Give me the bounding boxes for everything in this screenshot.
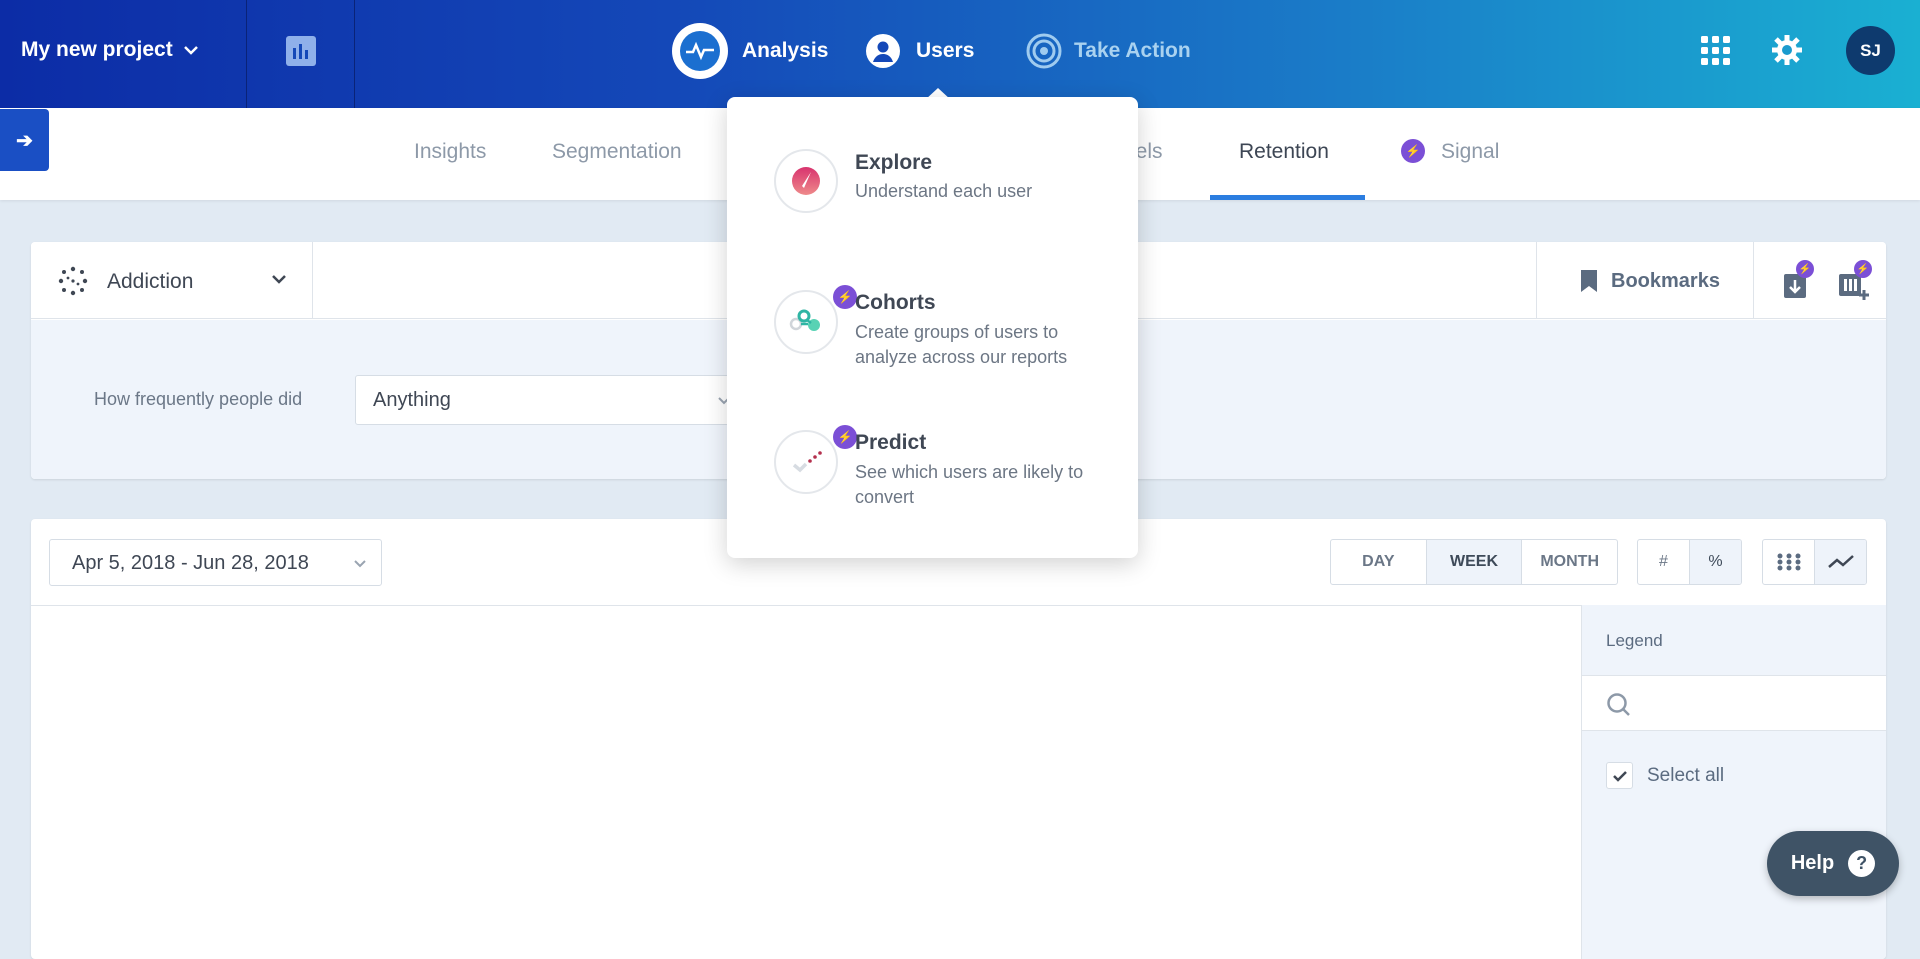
analysis-pulse-icon bbox=[672, 23, 728, 79]
date-range-picker[interactable]: Apr 5, 2018 - Jun 28, 2018 bbox=[49, 539, 382, 586]
nav-users[interactable]: Users bbox=[866, 34, 974, 68]
grid-dots-icon bbox=[1777, 553, 1800, 571]
frequency-label: How frequently people did bbox=[94, 389, 303, 409]
active-tab-indicator bbox=[1210, 195, 1365, 200]
divider bbox=[354, 0, 355, 108]
legend-title: Legend bbox=[1606, 631, 1663, 650]
bookmarks-button[interactable]: Bookmarks bbox=[1536, 242, 1754, 319]
chevron-down-icon bbox=[272, 275, 286, 284]
legend-panel: Legend Select all bbox=[1581, 605, 1886, 959]
question-icon: ? bbox=[1848, 850, 1876, 877]
apps-grid-icon[interactable] bbox=[1700, 35, 1732, 67]
signal-bolt-icon: ⚡ bbox=[1854, 260, 1872, 278]
unit-toggle: # % bbox=[1637, 539, 1742, 585]
interval-day-button[interactable]: DAY bbox=[1331, 540, 1427, 584]
menu-item-cohorts[interactable]: ⚡ Cohorts Create groups of users to anal… bbox=[727, 277, 1138, 387]
gear-icon[interactable] bbox=[1771, 34, 1803, 66]
view-toggle bbox=[1762, 539, 1867, 585]
chevron-down-icon bbox=[354, 560, 366, 568]
interval-week-button[interactable]: WEEK bbox=[1426, 540, 1523, 584]
date-range-value: Apr 5, 2018 - Jun 28, 2018 bbox=[72, 552, 309, 574]
project-name: My new project bbox=[21, 38, 173, 61]
dashboard-icon[interactable] bbox=[286, 36, 316, 66]
menu-item-explore[interactable]: Explore Understand each user bbox=[727, 137, 1138, 237]
legend-search[interactable] bbox=[1582, 675, 1886, 731]
menu-item-predict[interactable]: ⚡ Predict See which users are likely to … bbox=[727, 417, 1138, 527]
select-all-checkbox[interactable] bbox=[1606, 762, 1633, 789]
signal-bolt-icon: ⚡ bbox=[833, 425, 857, 449]
help-label: Help bbox=[1790, 852, 1835, 874]
nav-analysis[interactable]: Analysis bbox=[672, 23, 828, 79]
bookmarks-label: Bookmarks bbox=[1611, 270, 1720, 292]
line-chart-view-button[interactable] bbox=[1815, 540, 1866, 584]
unit-percent-button[interactable]: % bbox=[1690, 540, 1741, 584]
event-select-value: Anything bbox=[373, 389, 451, 411]
event-select[interactable]: Anything bbox=[355, 375, 745, 425]
nav-label: Analysis bbox=[742, 39, 829, 62]
report-type-selector[interactable]: Addiction bbox=[31, 242, 313, 319]
tab-retention[interactable]: Retention bbox=[1239, 140, 1329, 164]
users-dropdown-menu: Explore Understand each user ⚡ Cohorts C… bbox=[727, 97, 1138, 558]
bookmark-icon bbox=[1581, 270, 1597, 292]
signal-bolt-icon: ⚡ bbox=[1401, 139, 1425, 163]
menu-item-subtitle: See which users are likely to convert bbox=[855, 462, 1084, 507]
search-icon bbox=[1607, 693, 1630, 716]
avatar[interactable]: SJ bbox=[1846, 26, 1895, 75]
tab-signal[interactable]: Signal bbox=[1441, 140, 1499, 164]
cohorts-icon bbox=[774, 290, 838, 354]
unit-count-button[interactable]: # bbox=[1638, 540, 1690, 584]
tab-insights[interactable]: Insights bbox=[414, 140, 486, 164]
interval-month-button[interactable]: MONTH bbox=[1522, 540, 1617, 584]
menu-item-title: Cohorts bbox=[855, 291, 936, 314]
addiction-icon bbox=[58, 266, 88, 296]
select-all-label[interactable]: Select all bbox=[1647, 765, 1724, 787]
top-nav: My new project Analysis Users Take Actio… bbox=[0, 0, 1920, 108]
add-to-dashboard-button[interactable]: ⚡ bbox=[1837, 260, 1872, 300]
export-button[interactable]: ⚡ bbox=[1782, 260, 1814, 300]
interval-toggle: DAY WEEK MONTH bbox=[1330, 539, 1618, 585]
menu-item-subtitle: Create groups of users to analyze across… bbox=[855, 322, 1068, 367]
legend-search-input[interactable] bbox=[1642, 686, 1872, 720]
signal-bolt-icon: ⚡ bbox=[833, 285, 857, 309]
results-panel: Apr 5, 2018 - Jun 28, 2018 DAY WEEK MONT… bbox=[31, 519, 1886, 959]
predict-icon bbox=[774, 430, 838, 494]
divider bbox=[246, 0, 247, 108]
chevron-down-icon bbox=[183, 46, 198, 55]
menu-item-title: Predict bbox=[855, 431, 927, 454]
line-chart-icon bbox=[1827, 555, 1854, 568]
table-view-button[interactable] bbox=[1763, 540, 1815, 584]
nav-label: Users bbox=[916, 39, 975, 62]
arrow-right-icon: ➔ bbox=[16, 129, 33, 152]
nav-label: Take Action bbox=[1074, 39, 1191, 62]
help-button[interactable]: Help ? bbox=[1767, 831, 1899, 896]
target-icon bbox=[1026, 33, 1062, 69]
tab-segmentation[interactable]: Segmentation bbox=[552, 140, 682, 164]
user-icon bbox=[866, 34, 900, 68]
nav-take-action[interactable]: Take Action bbox=[1026, 33, 1191, 69]
menu-item-title: Explore bbox=[855, 151, 933, 174]
sidebar-expand-button[interactable]: ➔ bbox=[0, 109, 49, 171]
checkmark-icon bbox=[1612, 770, 1627, 782]
project-selector[interactable]: My new project bbox=[21, 38, 199, 62]
signal-bolt-icon: ⚡ bbox=[1796, 260, 1814, 278]
menu-item-subtitle: Understand each user bbox=[855, 181, 1033, 201]
explore-icon bbox=[774, 149, 838, 213]
report-type-label: Addiction bbox=[107, 270, 194, 293]
